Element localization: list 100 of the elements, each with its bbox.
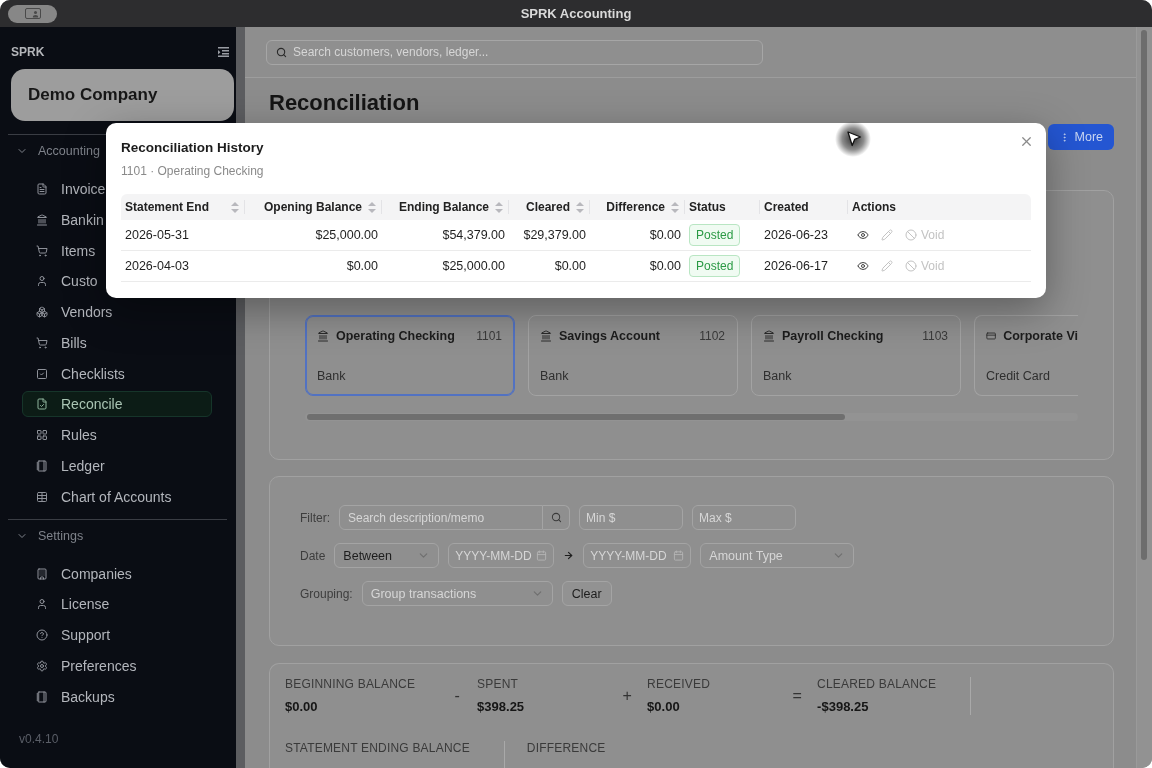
search-icon [276, 46, 287, 58]
sort-icon[interactable] [576, 201, 584, 213]
account-card[interactable]: Savings Account 1102 Bank [528, 315, 738, 396]
sort-icon[interactable] [495, 201, 503, 213]
account-type: Bank [540, 369, 569, 383]
window-button[interactable] [8, 4, 57, 23]
summary-label: RECEIVED [647, 677, 711, 691]
nav-item[interactable]: Bankin [22, 206, 105, 233]
account-type: Bank [763, 369, 792, 383]
search-field[interactable]: Search customers, vendors, ledger... [266, 39, 763, 65]
select-field[interactable]: Between [334, 543, 440, 568]
close-button[interactable] [1019, 134, 1034, 149]
notebook-icon [36, 690, 48, 703]
account-card[interactable]: Operating Checking 1101 Bank [305, 315, 515, 396]
nav-item[interactable]: Invoice [22, 176, 107, 202]
account-name: Payroll Checking [782, 329, 884, 343]
account-number: 1103 [922, 329, 948, 343]
bank-icon [540, 330, 552, 342]
nav-item[interactable]: Custo [22, 268, 99, 295]
account-name: Operating Checking [336, 329, 455, 343]
column-header: Actions [852, 200, 896, 214]
eye-icon [857, 229, 869, 241]
table-icon [36, 490, 48, 503]
section-toggle[interactable]: Accounting [0, 141, 100, 161]
help-icon [36, 629, 48, 641]
account-name: Savings Account [559, 329, 660, 343]
cart-icon [36, 336, 48, 349]
operator-sign: - [454, 687, 460, 705]
bank-icon [36, 213, 48, 226]
nav-item[interactable]: Chart of Accounts [22, 483, 173, 510]
scrollbar[interactable] [1136, 27, 1152, 768]
notebook-icon [36, 459, 48, 472]
nav-item[interactable]: Support [22, 622, 112, 648]
nav-item[interactable]: Items [22, 237, 97, 264]
account-card[interactable]: Payroll Checking 1103 Bank [751, 315, 961, 396]
close-icon [1019, 134, 1034, 149]
table-cell-text: $25,000.00 [441, 258, 506, 275]
nav-item[interactable]: Ledger [22, 452, 106, 479]
boxes-icon [36, 306, 48, 318]
nav-item[interactable]: Vendors [22, 299, 114, 325]
bank-icon [763, 330, 775, 342]
operator-sign: + [622, 687, 632, 705]
file-icon [36, 183, 48, 195]
arrow-right-icon [563, 550, 575, 561]
column-header: Created [764, 200, 809, 214]
company-button[interactable]: Demo Company [11, 69, 234, 121]
pencil-icon [881, 260, 893, 272]
table-cell-text: $0.00 [648, 258, 682, 275]
page-title: Reconciliation [269, 90, 420, 116]
filter-label: Grouping: [300, 586, 353, 601]
sort-icon[interactable] [231, 201, 239, 213]
summary-label: DIFFERENCE [526, 741, 606, 755]
user-icon [36, 598, 48, 611]
credit-card-icon [986, 330, 997, 342]
search-icon [550, 512, 562, 523]
nav-item[interactable]: Checklists [22, 360, 126, 387]
account-type: Bank [317, 369, 346, 383]
nav-item[interactable]: Preferences [22, 652, 138, 679]
calendar-icon [536, 550, 548, 561]
sort-icon[interactable] [368, 201, 376, 213]
input-field[interactable]: Min $ [579, 505, 683, 530]
input-field[interactable]: Max $ [692, 505, 796, 530]
list-indent-icon[interactable] [218, 47, 229, 57]
summary-label: STATEMENT ENDING BALANCE [285, 741, 470, 755]
search-button[interactable] [543, 505, 570, 530]
account-name: Corporate Vi [1003, 329, 1078, 343]
clear-button[interactable]: Clear [561, 581, 612, 606]
column-header: Ending Balance [398, 200, 489, 214]
more-button[interactable]: More [1047, 124, 1114, 150]
section-toggle[interactable]: Settings [0, 525, 84, 546]
nav-item[interactable]: Rules [22, 422, 98, 448]
filter-label: Filter: [300, 510, 330, 525]
nav-item[interactable]: Backups [22, 683, 116, 710]
ban-icon [905, 260, 917, 272]
search-field[interactable]: Search description/memo [339, 505, 543, 530]
date-field[interactable]: YYYY-MM-DD [583, 543, 692, 568]
table-cell-text: 2026-06-23 [763, 227, 829, 244]
nav-item[interactable]: License [22, 591, 111, 618]
account-number: 1101 [476, 329, 502, 343]
building-icon [36, 567, 48, 580]
sort-icon[interactable] [671, 201, 679, 213]
pencil-icon [881, 229, 893, 241]
nav-item[interactable]: Bills [22, 329, 88, 356]
nav-item[interactable]: Reconcile [22, 391, 212, 418]
user-icon [36, 275, 48, 288]
checkbox-icon [36, 367, 48, 380]
brand-name: SPRK [11, 45, 45, 59]
summary-label: CLEARED BALANCE [817, 677, 937, 691]
date-field[interactable]: YYYY-MM-DD [448, 543, 555, 568]
column-header: Difference [606, 200, 665, 214]
nav-item[interactable]: Companies [22, 560, 133, 587]
summary-value: $0.00 [285, 699, 318, 715]
table-cell-text: $0.00 [648, 227, 682, 244]
version-label: v0.4.10 [19, 732, 59, 746]
scrollbar[interactable] [305, 413, 1078, 421]
calendar-icon [673, 550, 685, 561]
column-header: Opening Balance [263, 200, 362, 214]
account-number: 1102 [699, 329, 725, 343]
account-card[interactable]: Corporate Vi Credit Card [974, 315, 1078, 396]
table-cell-text: $54,379.00 [441, 227, 506, 244]
